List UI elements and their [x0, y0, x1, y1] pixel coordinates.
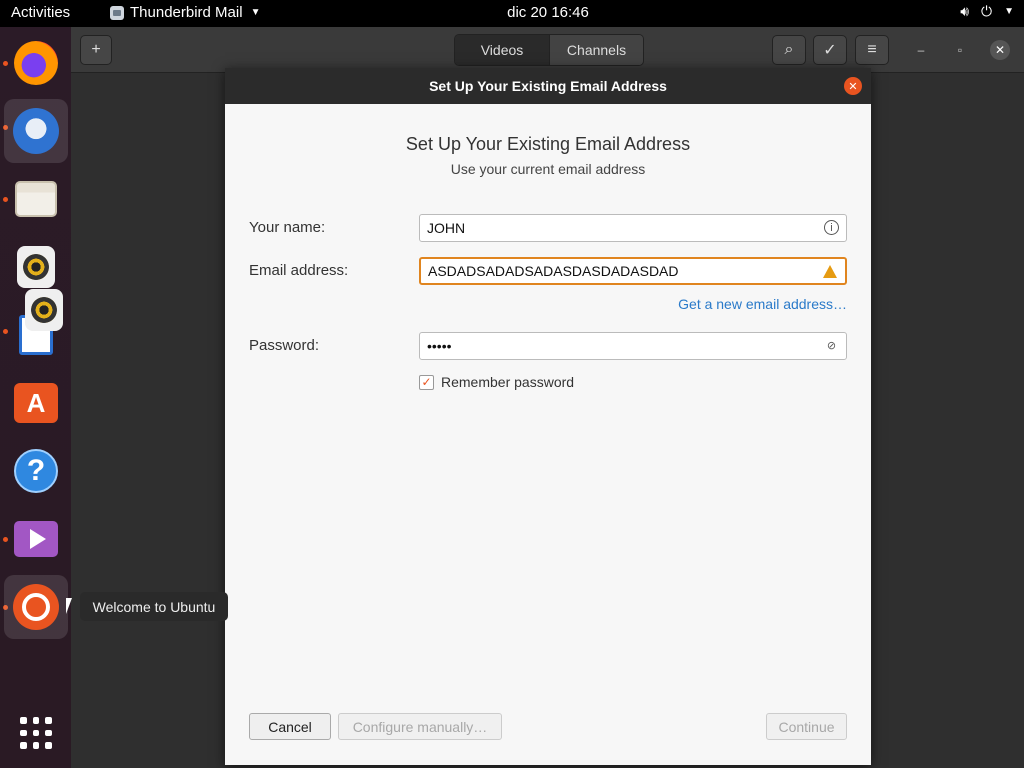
get-new-email-link[interactable]: Get a new email address… — [678, 296, 847, 312]
ubuntu-icon — [13, 584, 59, 630]
warning-icon — [823, 265, 837, 278]
minimize-icon[interactable]: – — [911, 40, 931, 60]
menu-icon[interactable]: ≡ — [855, 35, 889, 65]
dock-item-files[interactable] — [4, 167, 68, 231]
videos-headerbar: + Videos Channels ⌕ ✓ ≡ – ▫ ✕ — [71, 27, 1024, 73]
dock-tooltip: Welcome to Ubuntu — [80, 592, 228, 621]
email-value: ASDADSADADSADASDASDADASDAD — [428, 263, 679, 279]
top-bar: Activities Thunderbird Mail ▼ dic 20 16:… — [0, 0, 1024, 27]
dock-item-help[interactable]: ? — [4, 439, 68, 503]
dock-item-thunderbird[interactable] — [4, 99, 68, 163]
speaker-drag-icon — [25, 289, 63, 331]
remember-password[interactable]: ✓ Remember password — [419, 374, 574, 390]
email-field[interactable]: ASDADSADADSADASDASDADASDAD — [419, 257, 847, 285]
cancel-button[interactable]: Cancel — [249, 713, 331, 740]
help-icon: ? — [14, 449, 58, 493]
dialog-heading: Set Up Your Existing Email Address — [405, 134, 691, 154]
dock-item-firefox[interactable] — [4, 31, 68, 95]
view-switcher: Videos Channels — [454, 34, 644, 66]
caret-down-icon: ▼ — [1004, 6, 1014, 17]
clock[interactable]: dic 20 16:46 — [0, 4, 1024, 21]
dock-item-videos[interactable] — [4, 507, 68, 571]
add-button[interactable]: + — [80, 35, 112, 65]
name-field[interactable]: JOHN i — [419, 214, 847, 242]
search-icon[interactable]: ⌕ — [772, 35, 806, 65]
store-icon: A — [14, 383, 58, 423]
firefox-icon — [14, 41, 58, 85]
dialog-title: Set Up Your Existing Email Address — [225, 68, 871, 104]
tab-videos[interactable]: Videos — [455, 35, 549, 65]
files-icon — [15, 181, 57, 217]
password-label: Password: — [249, 337, 320, 354]
close-icon[interactable]: ✕ — [990, 40, 1010, 60]
setup-email-dialog: Set Up Your Existing Email Address ✕ Set… — [225, 68, 871, 765]
remember-checkbox[interactable]: ✓ — [419, 374, 434, 390]
continue-button[interactable]: Continue — [766, 713, 847, 740]
name-label: Your name: — [249, 219, 326, 236]
email-label: Email address: — [249, 262, 349, 279]
video-icon — [14, 521, 58, 557]
mouse-cursor — [66, 598, 78, 614]
maximize-icon[interactable]: ▫ — [950, 40, 970, 60]
volume-icon: 🔊︎ — [960, 3, 970, 19]
tab-channels[interactable]: Channels — [549, 35, 643, 65]
eye-slash-icon[interactable]: ⊘ — [824, 338, 839, 353]
dock-item-software[interactable]: A — [4, 371, 68, 435]
speaker-icon — [17, 246, 55, 288]
select-icon[interactable]: ✓ — [813, 35, 847, 65]
name-value: JOHN — [427, 220, 466, 236]
configure-manually-button[interactable]: Configure manually… — [338, 713, 502, 740]
dialog-close-icon[interactable]: ✕ — [844, 77, 862, 95]
info-icon: i — [824, 220, 839, 235]
thunderbird-icon — [13, 108, 59, 154]
password-field[interactable]: ••••• ⊘ — [419, 332, 847, 360]
system-menu[interactable]: 🔊︎ ⏻ ▼ — [960, 3, 1014, 20]
dock-item-ubuntu[interactable] — [4, 575, 68, 639]
password-value: ••••• — [427, 338, 452, 354]
dock: A ? — [0, 27, 71, 768]
dialog-subheading: Use your current email address — [450, 161, 646, 177]
show-apps-icon[interactable] — [20, 717, 52, 749]
power-icon: ⏻ — [981, 3, 993, 19]
remember-label: Remember password — [441, 374, 575, 390]
